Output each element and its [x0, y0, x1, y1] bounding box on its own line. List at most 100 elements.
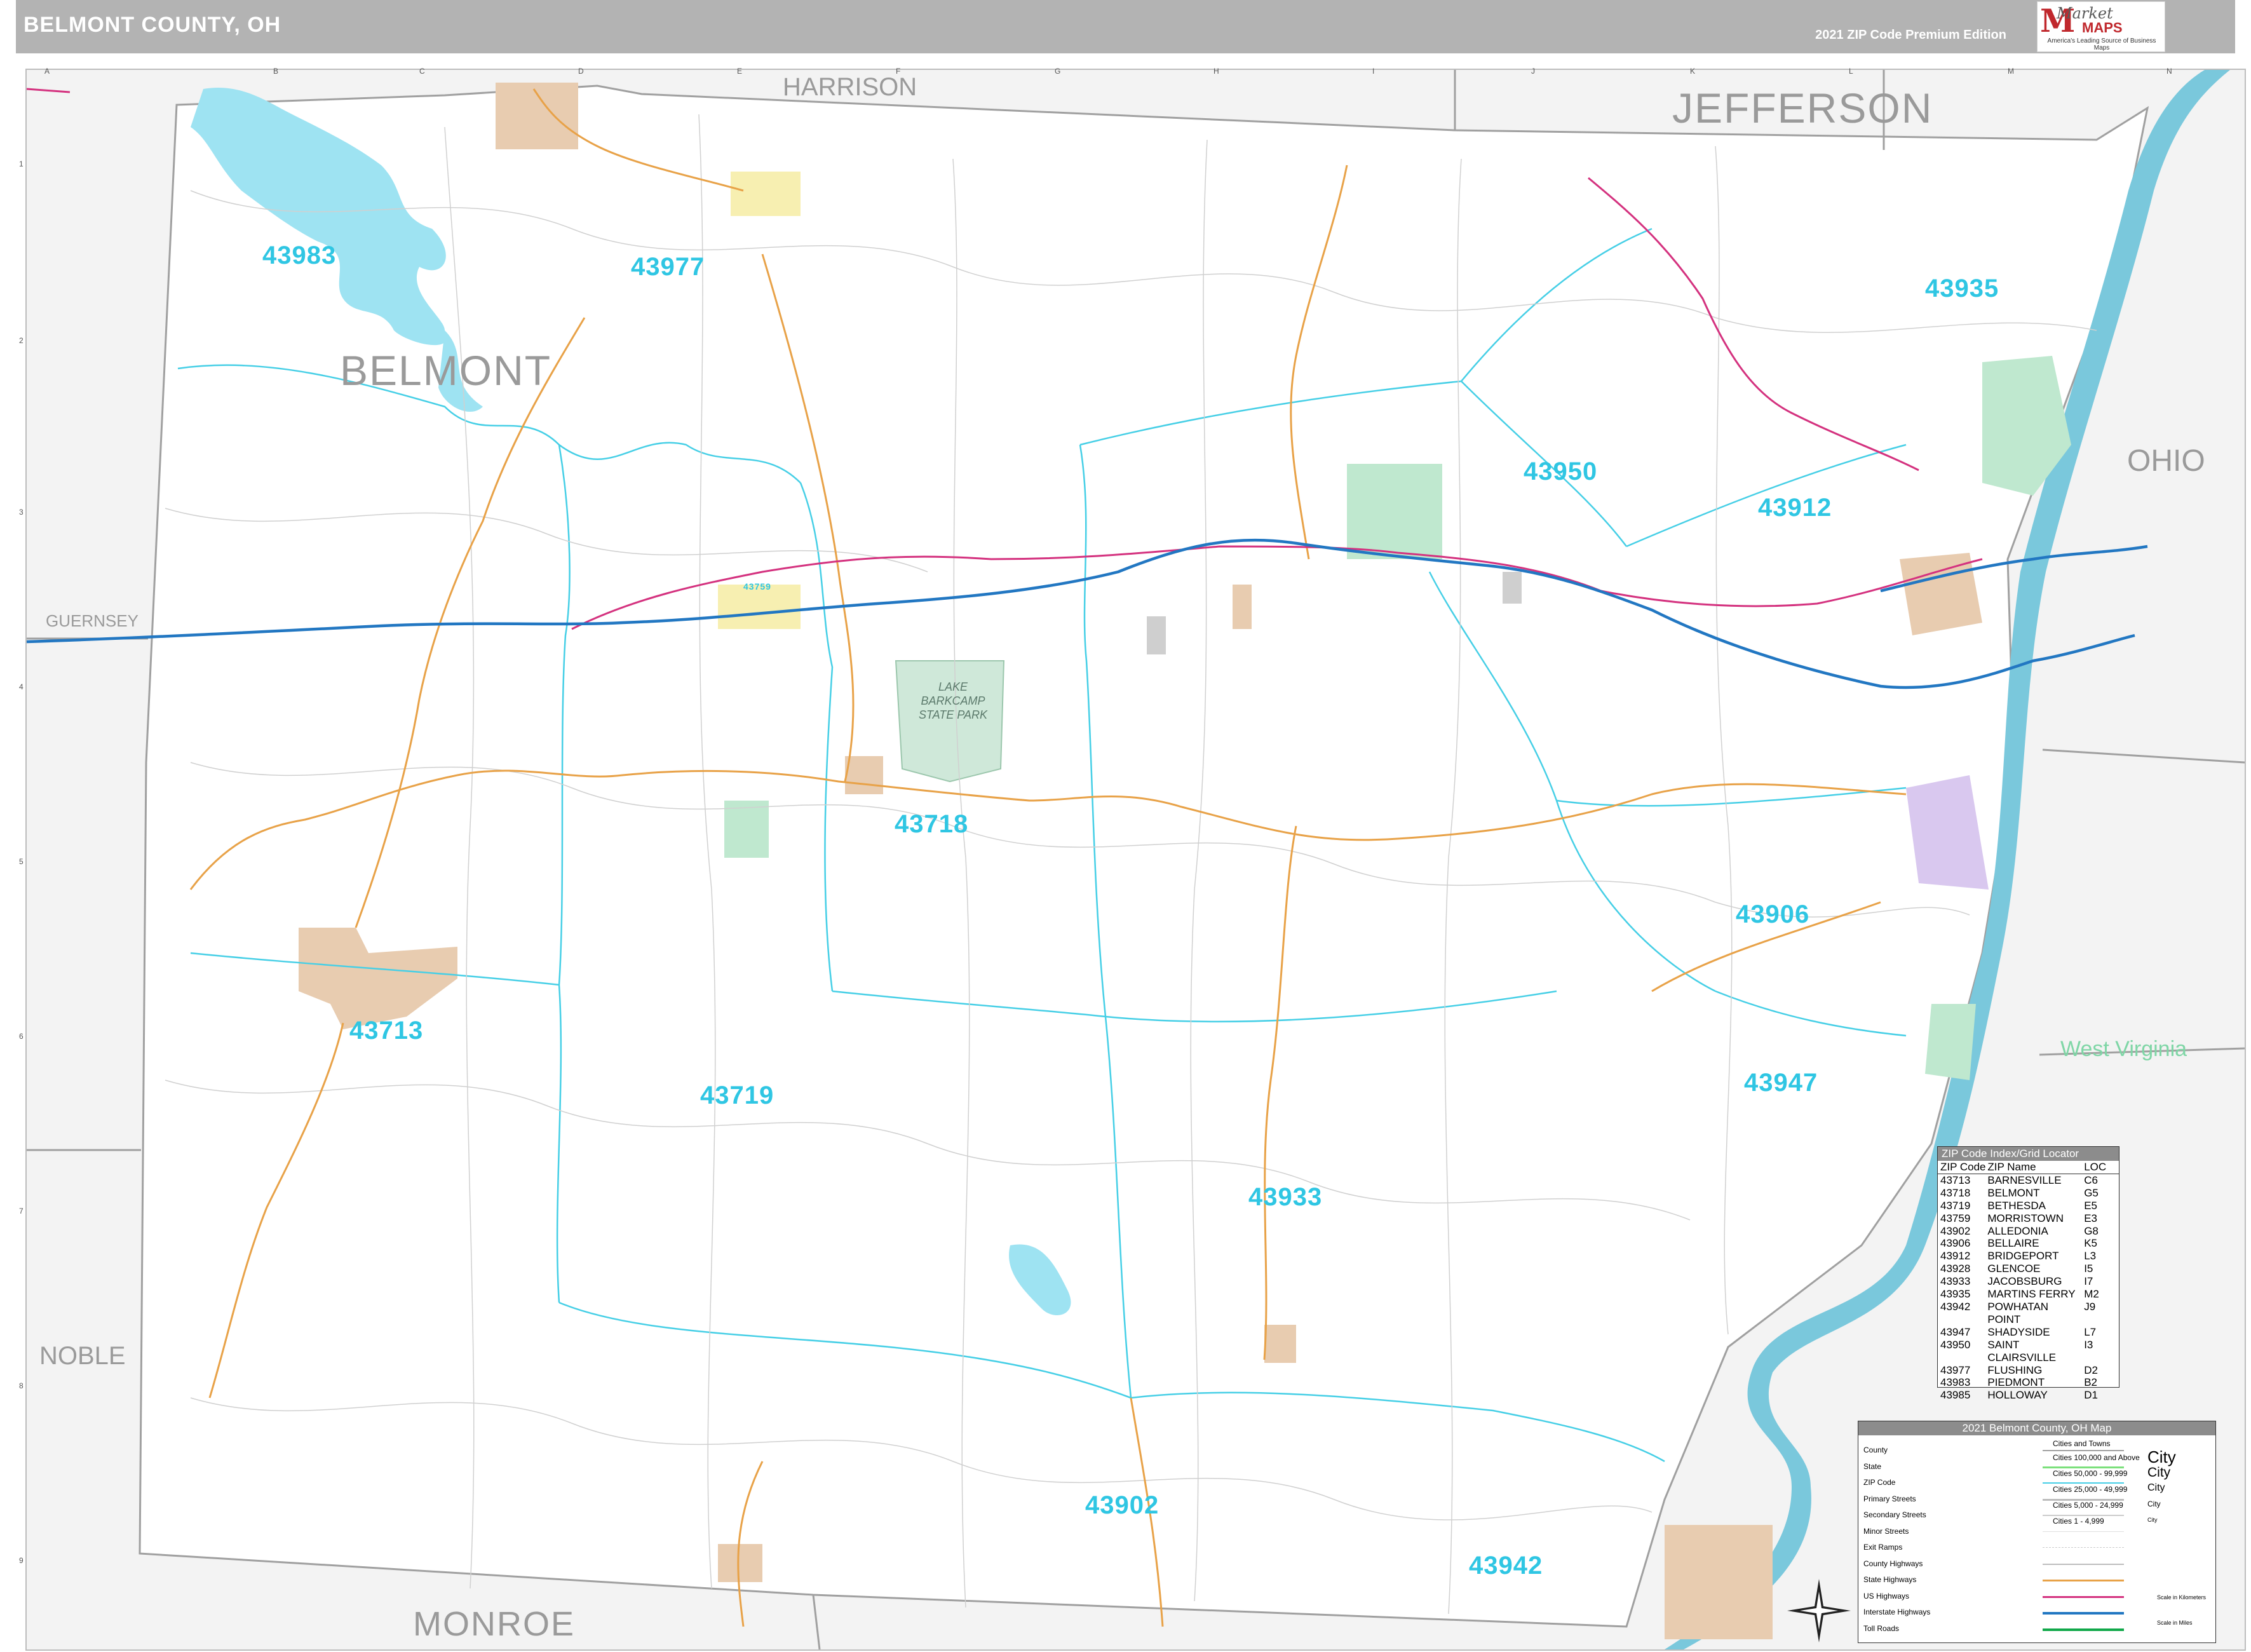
zip-name-cell: JACOBSBURG	[1987, 1275, 2062, 1288]
grid-col-a: A	[44, 67, 50, 76]
zip-code-cell: 43906	[1940, 1237, 1971, 1250]
svg-text:6: 6	[19, 1032, 24, 1041]
grid-row-labels: 1 2 3 4 5 6 7 8 9	[19, 159, 24, 1565]
legend-item-label: Secondary Streets	[1863, 1510, 1926, 1519]
zip-index-table: ZIP Code Index/Grid Locator ZIP Code ZIP…	[1937, 1146, 2119, 1401]
legend-city-class: Cities 5,000 - 24,999	[2053, 1501, 2123, 1510]
zip-name-cell: GLENCOE	[1987, 1263, 2041, 1275]
map-legend: 2021 Belmont County, OH Map County State Z…	[1858, 1421, 2216, 1643]
zip-loc-cell: J9	[2084, 1300, 2096, 1313]
zip-name-cell: FLUSHING	[1987, 1364, 2043, 1376]
zip-name-cell: ALLEDONIA	[1987, 1224, 2048, 1237]
zip-index-row: 43947 SHADYSIDE L7	[1938, 1326, 2119, 1339]
legend-city-class: Cities 100,000 and Above	[2053, 1453, 2140, 1462]
legend-city-sample: City	[2147, 1516, 2158, 1523]
zip-label: 43902	[1085, 1491, 1159, 1519]
zip-index-row: 43950 SAINT CLAIRSVILLE I3	[1938, 1339, 2119, 1364]
grid-col-l: L	[1849, 67, 1853, 76]
zip-index-row: 43935 MARTINS FERRY M2	[1938, 1288, 2119, 1301]
zip-code-cell: 43977	[1940, 1364, 1971, 1376]
grid-col-c: C	[419, 67, 425, 76]
zip-loc-cell: B2	[2084, 1376, 2097, 1389]
zip-index-row: 43985 HOLLOWAY D1	[1938, 1389, 2119, 1402]
zip-index-row: 43942 POWHATAN POINT J9	[1938, 1301, 2119, 1326]
zip-name-cell: BRIDGEPORT	[1987, 1250, 2059, 1263]
state-label-west-virginia: West Virginia	[2060, 1037, 2187, 1061]
county-label-belmont: BELMONT	[340, 347, 552, 394]
legend-line-swatch	[2043, 1580, 2124, 1581]
legend-line-swatch	[2043, 1450, 2124, 1451]
grid-col-i: I	[1372, 67, 1374, 76]
zip-code-cell: 43935	[1940, 1288, 1971, 1301]
county-label-jefferson: JEFFERSON	[1672, 85, 1933, 132]
legend-item-label: County Highways	[1863, 1559, 1923, 1568]
zip-index-row: 43928 GLENCOE I5	[1938, 1263, 2119, 1275]
legend-item-label: Minor Streets	[1863, 1526, 1909, 1536]
svg-text:2: 2	[19, 336, 24, 345]
county-label-monroe: MONROE	[413, 1605, 575, 1643]
zip-label: 43759	[743, 581, 771, 592]
legend-city-class: Cities 1 - 4,999	[2053, 1517, 2104, 1526]
zip-loc-cell: I5	[2084, 1263, 2093, 1275]
legend-line-swatch	[2043, 1595, 2124, 1598]
zip-label: 43935	[1925, 274, 1999, 302]
legend-city-sample: City	[2147, 1500, 2161, 1508]
zip-label: 43983	[262, 241, 337, 269]
zip-code-cell: 43902	[1940, 1224, 1971, 1237]
legend-line-swatch	[2043, 1482, 2124, 1484]
legend-city-class: Cities 25,000 - 49,999	[2053, 1485, 2128, 1494]
svg-text:5: 5	[19, 857, 24, 866]
zip-loc-cell: G5	[2084, 1186, 2099, 1199]
legend-city-sample: City	[2147, 1482, 2165, 1493]
zip-code-cell: 43947	[1940, 1325, 1971, 1338]
zip-index-row: 43983 PIEDMONT B2	[1938, 1376, 2119, 1389]
legend-item-label: State Highways	[1863, 1575, 1917, 1584]
legend-line-swatch	[2043, 1531, 2124, 1532]
legend-scale-km: Scale in Kilometers	[2157, 1594, 2207, 1601]
zip-index-row: 43906 BELLAIRE K5	[1938, 1237, 2119, 1250]
zip-code-cell: 43719	[1940, 1199, 1971, 1212]
park-label: LAKE BARKCAMP STATE PARK	[918, 680, 988, 721]
legend-cities-title: Cities and Towns	[2053, 1439, 2111, 1448]
legend-line-swatch	[2043, 1466, 2124, 1468]
legend-item-label: US Highways	[1863, 1591, 1910, 1601]
zip-code-cell: 43912	[1940, 1250, 1971, 1263]
zip-loc-cell: I3	[2084, 1338, 2093, 1351]
legend-title: 2021 Belmont County, OH Map	[1858, 1421, 2215, 1435]
legend-item-label: County	[1863, 1446, 1888, 1454]
legend-item-label: Primary Streets	[1863, 1494, 1916, 1503]
zip-label: 43947	[1744, 1069, 1818, 1097]
zip-name-cell: MARTINS FERRY	[1987, 1288, 2076, 1301]
legend-scale-mi: Scale in Miles	[2157, 1620, 2193, 1626]
zip-loc-cell: E5	[2084, 1199, 2097, 1212]
legend-item-label: State	[1863, 1461, 1882, 1471]
grid-col-h: H	[1213, 67, 1219, 76]
zip-index-title: ZIP Code Index/Grid Locator	[1938, 1147, 2119, 1161]
zip-index-header: ZIP Code ZIP Name LOC	[1938, 1161, 2119, 1174]
zip-name-cell: MORRISTOWN	[1987, 1212, 2064, 1224]
zip-name-cell: BELMONT	[1987, 1186, 2040, 1199]
zip-loc-cell: L7	[2084, 1325, 2097, 1338]
zip-index-row: 43977 FLUSHING D2	[1938, 1364, 2119, 1377]
zip-label: 43950	[1524, 457, 1598, 485]
zip-code-cell: 43950	[1940, 1338, 1971, 1351]
svg-text:9: 9	[19, 1556, 24, 1565]
zip-label: 43718	[895, 810, 969, 838]
zip-label: 43906	[1736, 900, 1810, 928]
legend-item-label: Toll Roads	[1863, 1623, 1900, 1633]
zip-name-cell: BARNESVILLE	[1987, 1174, 2062, 1186]
legend-item-label: ZIP Code	[1863, 1478, 1896, 1487]
legend-line-swatch	[2043, 1612, 2124, 1615]
grid-col-b: B	[273, 67, 278, 76]
county-label-noble: NOBLE	[39, 1342, 126, 1370]
svg-text:4: 4	[19, 682, 24, 691]
county-label-harrison: HARRISON	[783, 73, 917, 101]
zip-loc-cell: I7	[2084, 1275, 2093, 1288]
zip-loc-cell: E3	[2084, 1212, 2097, 1224]
grid-col-j: J	[1531, 67, 1535, 76]
zip-name-cell: SHADYSIDE	[1987, 1325, 2050, 1338]
zip-index-row: 43718 BELMONT G5	[1938, 1187, 2119, 1200]
map-canvas[interactable]: AB CD EF GH IJ KL MN 123 456 789	[0, 0, 2251, 1652]
grid-col-g: G	[1055, 67, 1060, 76]
zip-label: 43719	[700, 1081, 774, 1109]
